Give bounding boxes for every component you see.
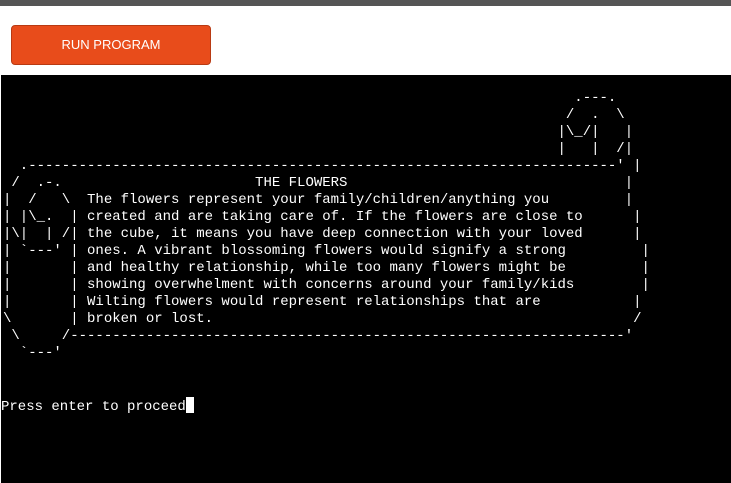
terminal-output: .---. / . \ |\_/| | | | /| .------------… bbox=[3, 90, 650, 361]
text-cursor bbox=[185, 397, 194, 413]
prompt-text: Press enter to proceed bbox=[1, 399, 186, 415]
top-bar bbox=[0, 0, 731, 6]
run-program-button[interactable]: RUN PROGRAM bbox=[11, 25, 211, 65]
terminal[interactable]: .---. / . \ |\_/| | | | /| .------------… bbox=[1, 75, 731, 483]
terminal-prompt-line[interactable]: Press enter to proceed bbox=[1, 397, 194, 416]
